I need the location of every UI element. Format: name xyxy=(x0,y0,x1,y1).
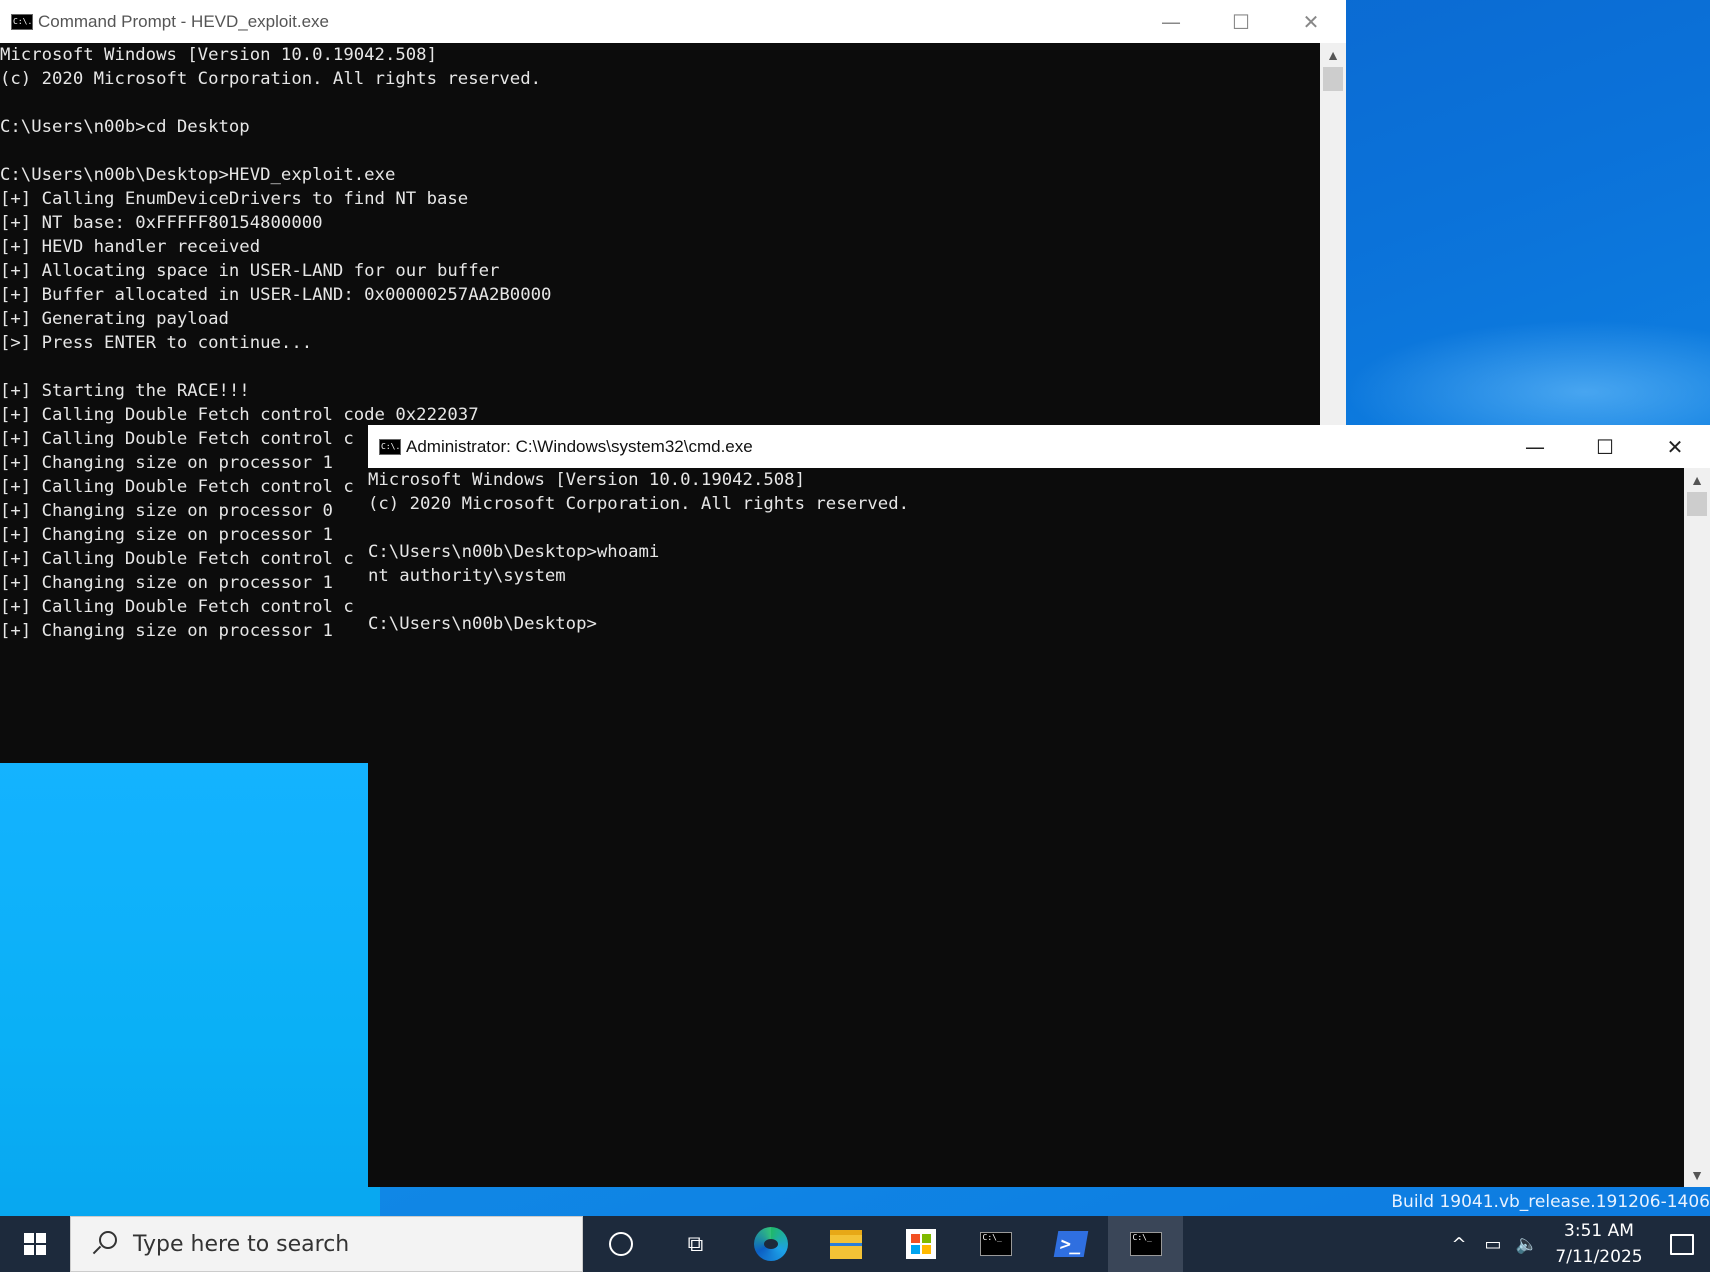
search-placeholder: Type here to search xyxy=(133,1231,350,1257)
vertical-scrollbar[interactable]: ▲ ▼ xyxy=(1684,468,1710,1187)
taskbar-cmd-1[interactable]: C:\_ xyxy=(958,1216,1033,1272)
task-view-button[interactable]: ⧉ xyxy=(658,1216,733,1272)
search-icon xyxy=(89,1229,119,1259)
start-button[interactable] xyxy=(0,1216,70,1272)
windows-logo-icon xyxy=(24,1233,46,1255)
admin-cmd-window[interactable]: C:\. Administrator: C:\Windows\system32\… xyxy=(368,425,1710,1187)
taskbar-powershell[interactable]: >_ xyxy=(1033,1216,1108,1272)
console-line: (c) 2020 Microsoft Corporation. All righ… xyxy=(0,69,542,89)
taskbar-edge[interactable] xyxy=(733,1216,808,1272)
volume-icon[interactable]: 🔈 xyxy=(1510,1216,1544,1272)
window-titlebar[interactable]: C:\. Administrator: C:\Windows\system32\… xyxy=(368,425,1710,468)
console-line: [+] NT base: 0xFFFFF80154800000 xyxy=(0,213,323,233)
scroll-up-arrow-icon[interactable]: ▲ xyxy=(1684,468,1710,492)
console-line: [+] Allocating space in USER-LAND for ou… xyxy=(0,261,500,281)
window-title: Command Prompt - HEVD_exploit.exe xyxy=(38,11,330,31)
wallpaper-beam xyxy=(1345,320,1710,440)
console-line: C:\Users\n00b>cd Desktop xyxy=(0,117,250,137)
scroll-thumb[interactable] xyxy=(1323,67,1343,91)
taskbar: Type here to search ⧉ C:\_ >_ C:\_ ^ ▭ 🔈… xyxy=(0,1216,1710,1272)
cmd-app-icon: C:\. xyxy=(379,438,401,455)
network-icon[interactable]: ▭ xyxy=(1476,1216,1510,1272)
console-output[interactable]: Microsoft Windows [Version 10.0.19042.50… xyxy=(368,468,1684,1187)
taskbar-search-box[interactable]: Type here to search xyxy=(70,1216,583,1272)
system-tray: ^ ▭ 🔈 3:51 AM 7/11/2025 xyxy=(1442,1216,1710,1272)
window-titlebar[interactable]: C:\. Command Prompt - HEVD_exploit.exe —… xyxy=(0,0,1346,43)
taskbar-file-explorer[interactable] xyxy=(808,1216,883,1272)
console-line: [>] Press ENTER to continue... xyxy=(0,333,313,353)
notification-icon xyxy=(1670,1233,1694,1255)
console-line: [+] Buffer allocated in USER-LAND: 0x000… xyxy=(0,285,552,305)
console-line: [+] Starting the RACE!!! xyxy=(0,381,250,401)
console-line: [+] Generating payload xyxy=(0,309,229,329)
taskbar-clock[interactable]: 3:51 AM 7/11/2025 xyxy=(1544,1218,1654,1270)
tray-chevron-icon[interactable]: ^ xyxy=(1442,1216,1476,1272)
console-line: Microsoft Windows [Version 10.0.19042.50… xyxy=(0,45,437,65)
edge-icon xyxy=(753,1227,788,1261)
taskbar-store[interactable] xyxy=(883,1216,958,1272)
clock-date: 7/11/2025 xyxy=(1555,1247,1643,1267)
wallpaper-highlight xyxy=(0,760,380,1216)
clock-time: 3:51 AM xyxy=(1564,1221,1634,1241)
console-line: C:\Users\n00b\Desktop> xyxy=(368,614,597,634)
cortana-icon xyxy=(608,1232,633,1256)
scroll-down-arrow-icon[interactable]: ▼ xyxy=(1684,1163,1710,1187)
action-center-button[interactable] xyxy=(1654,1216,1710,1272)
minimize-button[interactable]: — xyxy=(1500,425,1570,468)
scroll-up-arrow-icon[interactable]: ▲ xyxy=(1320,43,1346,67)
console-line: C:\Users\n00b\Desktop>HEVD_exploit.exe xyxy=(0,165,396,185)
cmd-icon: C:\_ xyxy=(1129,1232,1162,1256)
cortana-button[interactable] xyxy=(583,1216,658,1272)
scroll-thumb[interactable] xyxy=(1687,492,1707,516)
console-line: [+] HEVD handler received xyxy=(0,237,261,257)
console-line: [+] Calling EnumDeviceDrivers to find NT… xyxy=(0,189,469,209)
console-line: (c) 2020 Microsoft Corporation. All righ… xyxy=(368,494,910,514)
build-watermark: Build 19041.vb_release.191206-1406 xyxy=(1391,1192,1710,1212)
close-button[interactable]: ✕ xyxy=(1640,425,1710,468)
task-view-icon: ⧉ xyxy=(687,1231,704,1257)
maximize-button[interactable]: ☐ xyxy=(1206,0,1276,43)
cmd-icon: C:\_ xyxy=(979,1232,1012,1256)
maximize-button[interactable]: ☐ xyxy=(1570,425,1640,468)
console-line: C:\Users\n00b\Desktop>whoami xyxy=(368,542,660,562)
taskbar-cmd-2-active[interactable]: C:\_ xyxy=(1108,1216,1183,1272)
console-line: nt authority\system xyxy=(368,566,566,586)
console-line: Microsoft Windows [Version 10.0.19042.50… xyxy=(368,470,805,490)
minimize-button[interactable]: — xyxy=(1136,0,1206,43)
window-title: Administrator: C:\Windows\system32\cmd.e… xyxy=(406,436,753,456)
console-line: [+] Calling Double Fetch control code 0x… xyxy=(0,405,479,425)
powershell-icon: >_ xyxy=(1053,1231,1088,1257)
microsoft-store-icon xyxy=(905,1229,936,1259)
cmd-app-icon: C:\. xyxy=(11,13,33,30)
close-button[interactable]: ✕ xyxy=(1276,0,1346,43)
file-explorer-icon xyxy=(829,1229,862,1259)
